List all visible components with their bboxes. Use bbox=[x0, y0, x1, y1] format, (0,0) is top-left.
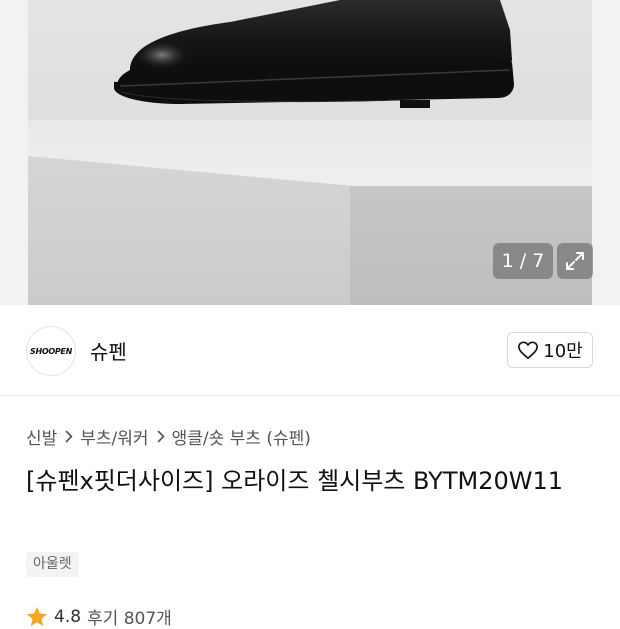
product-image-gallery[interactable]: 1 / 7 bbox=[0, 0, 620, 305]
brand-logo-text: SHOOPEN bbox=[30, 346, 72, 356]
outlet-badge: 아울렛 bbox=[26, 552, 79, 577]
brand-row: SHOOPEN 슈펜 10만 bbox=[0, 305, 620, 396]
breadcrumb: 신발 부츠/워커 앵클/숏 부츠 (슈펜) bbox=[26, 423, 311, 449]
breadcrumb-item-ankle-boots[interactable]: 앵클/숏 부츠 (슈펜) bbox=[172, 424, 311, 449]
like-count: 10만 bbox=[543, 341, 583, 362]
image-counter: 1 / 7 bbox=[493, 243, 553, 279]
breadcrumb-item-shoes[interactable]: 신발 bbox=[26, 424, 57, 449]
product-title: [슈펜x핏더사이즈] 오라이즈 첼시부츠 BYTM20W11 bbox=[26, 467, 564, 495]
expand-image-button[interactable] bbox=[557, 243, 593, 279]
breadcrumb-item-boots[interactable]: 부츠/워커 bbox=[80, 424, 148, 449]
chevron-right-icon bbox=[157, 430, 165, 443]
brand-logo[interactable]: SHOOPEN bbox=[26, 326, 76, 376]
pedestal-side bbox=[350, 186, 592, 305]
like-button[interactable]: 10만 bbox=[507, 332, 593, 368]
expand-icon bbox=[566, 252, 584, 270]
product-photo-boot bbox=[114, 0, 514, 108]
heart-outline-icon bbox=[518, 341, 539, 359]
review-count[interactable]: 후기 807개 bbox=[87, 604, 172, 629]
rating-score: 4.8 bbox=[54, 606, 82, 627]
chevron-right-icon bbox=[65, 430, 73, 443]
rating-row[interactable]: 4.8 후기 807개 bbox=[26, 604, 172, 629]
star-icon bbox=[26, 606, 48, 627]
brand-name[interactable]: 슈펜 bbox=[90, 336, 127, 365]
